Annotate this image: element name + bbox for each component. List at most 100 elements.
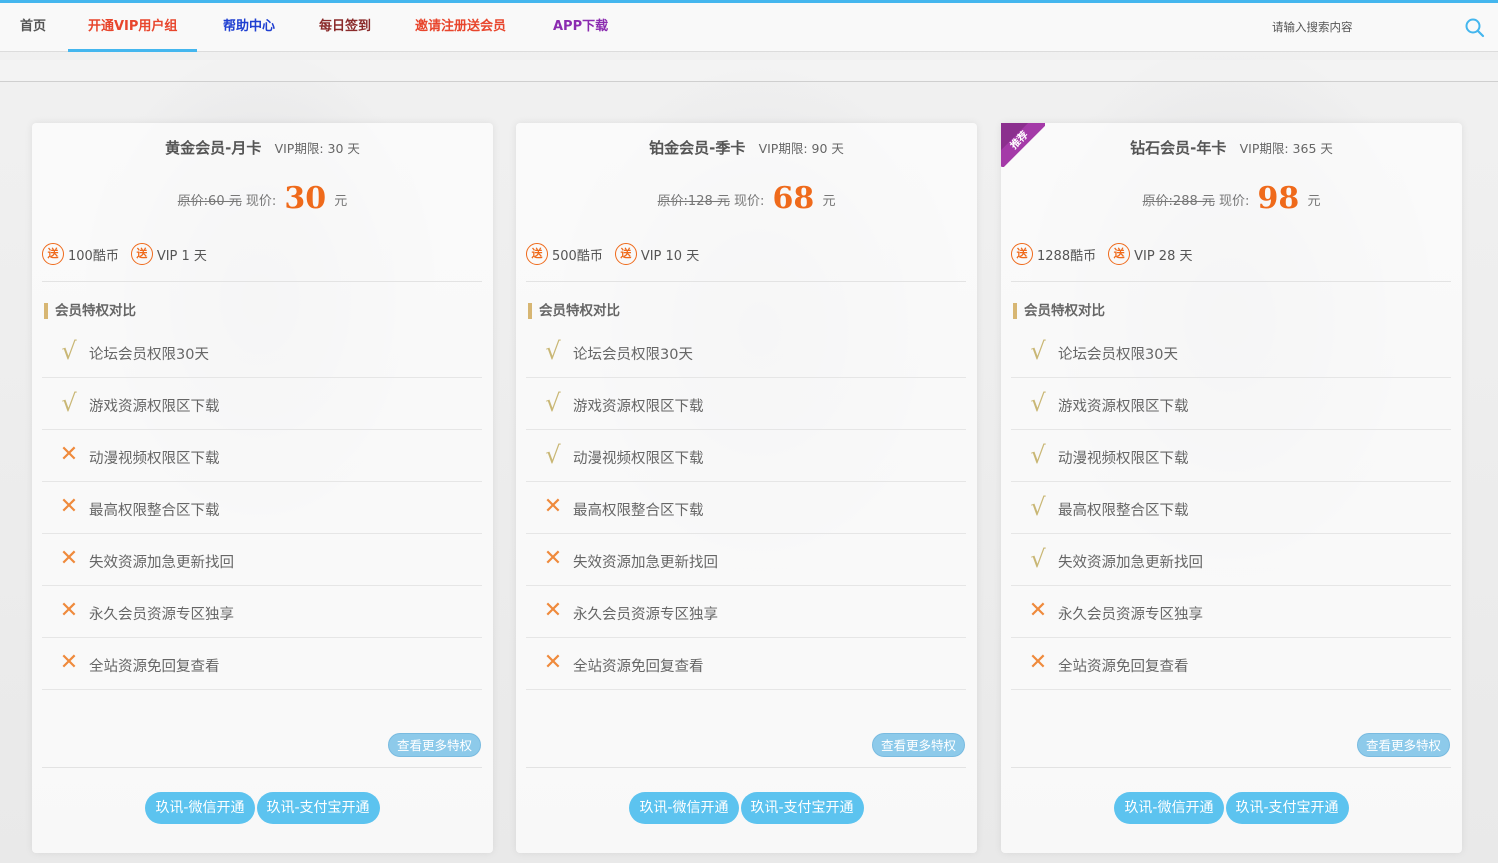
section-title: 会员特权对比	[44, 303, 136, 319]
alipay-button[interactable]: 玖讯-支付宝开通	[256, 792, 380, 824]
alipay-button[interactable]: 玖讯-支付宝开通	[1225, 792, 1349, 824]
cross-mark-icon: ✕	[1028, 650, 1048, 675]
feature-text: 全站资源免回复查看	[89, 659, 220, 675]
feature-row: ✕ 最高权限整合区下载	[526, 482, 966, 534]
check-mark-icon: √	[545, 389, 561, 417]
section-title: 会员特权对比	[1013, 303, 1105, 319]
feature-text: 永久会员资源专区独享	[89, 607, 234, 623]
feature-row: √ 论坛会员权限30天	[42, 326, 482, 378]
check-mark-icon: √	[61, 337, 77, 365]
current-price-label: 现价:	[1219, 194, 1250, 209]
payment-buttons: 玖讯-微信开通 玖讯-支付宝开通	[1001, 792, 1462, 824]
plan-title-row: 铂金会员-季卡 VIP期限: 90 天	[516, 137, 977, 158]
current-price: 68	[772, 181, 815, 216]
feature-row: √ 动漫视频权限区下载	[526, 430, 966, 482]
more-privileges-button[interactable]: 查看更多特权	[387, 733, 481, 757]
feature-text: 永久会员资源专区独享	[1058, 607, 1203, 623]
divider	[42, 281, 482, 282]
nav-item-app-download[interactable]: APP下载	[553, 17, 608, 52]
cross-mark-icon: ✕	[59, 650, 79, 675]
nav-item-home[interactable]: 首页	[20, 17, 46, 52]
feature-text: 全站资源免回复查看	[573, 659, 704, 675]
cross-mark-icon: ✕	[543, 598, 563, 623]
feature-row: √ 游戏资源权限区下载	[42, 378, 482, 430]
cross-mark-icon: ✕	[543, 546, 563, 571]
gift-badge-icon: 送	[42, 243, 64, 265]
feature-text: 最高权限整合区下载	[1058, 503, 1189, 519]
feature-row: ✕ 动漫视频权限区下载	[42, 430, 482, 482]
check-mark-icon: √	[1030, 389, 1046, 417]
price-row: 原价:128 元 现价: 68 元	[516, 181, 977, 216]
cross-mark-icon: ✕	[543, 494, 563, 519]
original-price: 原价:288 元	[1142, 194, 1215, 209]
feature-text: 游戏资源权限区下载	[1058, 399, 1189, 415]
more-privileges-button[interactable]: 查看更多特权	[1356, 733, 1450, 757]
feature-text: 论坛会员权限30天	[573, 347, 693, 363]
gift-badge-icon: 送	[1108, 243, 1131, 265]
feature-row: √ 论坛会员权限30天	[526, 326, 966, 378]
wechat-pay-button[interactable]: 玖讯-微信开通	[629, 792, 739, 824]
check-mark-icon: √	[1030, 545, 1046, 573]
current-price-label: 现价:	[734, 194, 765, 209]
feature-row: ✕ 永久会员资源专区独享	[1011, 586, 1451, 638]
feature-text: 动漫视频权限区下载	[1058, 451, 1189, 467]
cross-mark-icon: ✕	[543, 650, 563, 675]
price-unit: 元	[334, 194, 348, 209]
alipay-button[interactable]: 玖讯-支付宝开通	[740, 792, 864, 824]
nav-item-invite[interactable]: 邀请注册送会员	[415, 17, 506, 52]
nav-item-open-vip[interactable]: 开通VIP用户组	[68, 17, 198, 52]
feature-row: ✕ 全站资源免回复查看	[42, 638, 482, 690]
feature-text: 最高权限整合区下载	[573, 503, 704, 519]
feature-row: ✕ 永久会员资源专区独享	[526, 586, 966, 638]
plan-title: 钻石会员-年卡	[1130, 139, 1227, 157]
nav-item-daily-checkin[interactable]: 每日签到	[319, 17, 371, 52]
plan-card: 推荐 钻石会员-年卡 VIP期限: 365 天 原价:288 元 现价: 98 …	[1001, 123, 1462, 853]
plan-title-row: 黄金会员-月卡 VIP期限: 30 天	[32, 137, 493, 158]
feature-row: ✕ 最高权限整合区下载	[42, 482, 482, 534]
plan-card: 铂金会员-季卡 VIP期限: 90 天 原价:128 元 现价: 68 元 送 …	[516, 123, 977, 853]
feature-row: √ 游戏资源权限区下载	[1011, 378, 1451, 430]
feature-text: 论坛会员权限30天	[89, 347, 209, 363]
more-privileges-button[interactable]: 查看更多特权	[871, 733, 965, 757]
gift-vip-days: VIP 1 天	[156, 248, 207, 264]
plan-period: VIP期限: 365 天	[1239, 141, 1333, 156]
check-mark-icon: √	[1030, 441, 1046, 469]
feature-text: 全站资源免回复查看	[1058, 659, 1189, 675]
plan-title-row: 钻石会员-年卡 VIP期限: 365 天	[1001, 137, 1462, 158]
price-unit: 元	[822, 194, 836, 209]
search-input[interactable]: 请输入搜索内容	[1272, 19, 1353, 35]
top-navigation-bar: 首页 开通VIP用户组 帮助中心 每日签到 邀请注册送会员 APP下载 请输入搜…	[0, 0, 1498, 52]
secondary-bar	[0, 60, 1498, 82]
original-price: 原价:60 元	[177, 194, 242, 209]
feature-row: √ 游戏资源权限区下载	[526, 378, 966, 430]
wechat-pay-button[interactable]: 玖讯-微信开通	[145, 792, 255, 824]
original-price: 原价:128 元	[657, 194, 730, 209]
gift-badge-icon: 送	[526, 243, 548, 265]
gift-coins: 500酷币	[552, 248, 603, 264]
feature-text: 动漫视频权限区下载	[89, 451, 220, 467]
wechat-pay-button[interactable]: 玖讯-微信开通	[1114, 792, 1224, 824]
price-row: 原价:60 元 现价: 30 元	[32, 181, 493, 216]
gift-badge-icon: 送	[1011, 243, 1033, 265]
divider	[526, 281, 966, 282]
feature-row: ✕ 全站资源免回复查看	[526, 638, 966, 690]
gift-badge-icon: 送	[130, 243, 153, 265]
gift-row: 送 500酷币 送 VIP 10 天	[526, 240, 699, 268]
gift-row: 送 100酷币 送 VIP 1 天	[42, 240, 207, 268]
gift-row: 送 1288酷币 送 VIP 28 天	[1011, 240, 1192, 268]
gift-badge-icon: 送	[614, 243, 637, 265]
feature-text: 失效资源加急更新找回	[1058, 555, 1203, 571]
search-icon[interactable]	[1464, 17, 1486, 39]
feature-text: 失效资源加急更新找回	[573, 555, 718, 571]
gift-vip-days: VIP 10 天	[640, 248, 700, 264]
cross-mark-icon: ✕	[59, 598, 79, 623]
cross-mark-icon: ✕	[1028, 598, 1048, 623]
check-mark-icon: √	[545, 441, 561, 469]
nav-item-help-center[interactable]: 帮助中心	[223, 17, 275, 52]
check-mark-icon: √	[1030, 337, 1046, 365]
feature-row: √ 动漫视频权限区下载	[1011, 430, 1451, 482]
gift-vip-days: VIP 28 天	[1134, 248, 1193, 264]
plan-title: 铂金会员-季卡	[649, 139, 746, 157]
feature-text: 最高权限整合区下载	[89, 503, 220, 519]
payment-buttons: 玖讯-微信开通 玖讯-支付宝开通	[32, 792, 493, 824]
